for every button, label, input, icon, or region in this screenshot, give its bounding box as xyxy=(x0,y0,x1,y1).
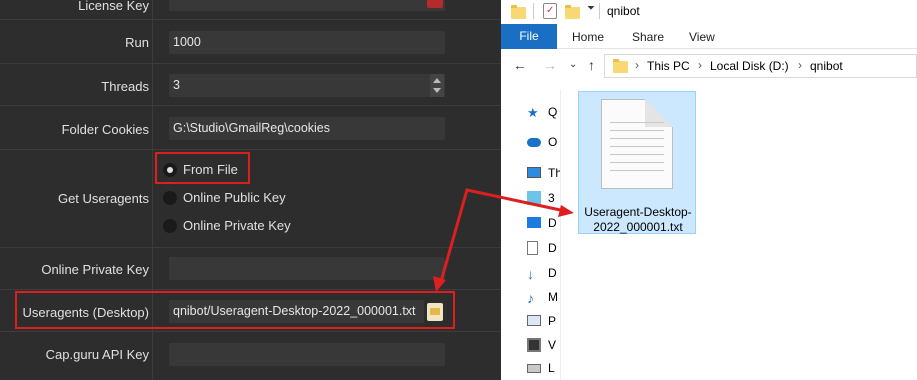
folder-label: Folder Cookies xyxy=(61,122,149,137)
folder-row: Folder Cookies G:\Studio\GmailReg\cookie… xyxy=(0,106,501,150)
license-lock-button[interactable] xyxy=(427,0,443,8)
nav-item-local-disk[interactable]: L xyxy=(527,361,560,377)
settings-panel: License Key Run 1000 Threads 3 Folder Co… xyxy=(0,0,501,380)
tab-share[interactable]: Share xyxy=(632,30,664,44)
nav-item-videos[interactable]: V xyxy=(527,338,560,354)
arrow-left-icon[interactable]: ← xyxy=(513,57,527,73)
music-icon: ♪ xyxy=(527,290,534,306)
spin-down-icon[interactable] xyxy=(433,88,441,93)
spin-up-icon[interactable] xyxy=(433,78,441,83)
license-row: License Key xyxy=(0,0,501,20)
breadcrumb-local-disk[interactable]: Local Disk (D:) xyxy=(710,59,789,73)
folder-input[interactable]: G:\Studio\GmailReg\cookies xyxy=(169,117,445,140)
radio-public-label: Online Public Key xyxy=(183,190,286,205)
divider xyxy=(533,3,534,19)
threads-value: 3 xyxy=(173,78,180,92)
address-row: ← → ⌄ ↑ › This PC › Local Disk (D:) › qn… xyxy=(501,53,917,79)
private-key-row: Online Private Key xyxy=(0,248,501,290)
nav-item-music[interactable]: ♪ M xyxy=(527,290,560,306)
nav-item-this-pc[interactable]: Th xyxy=(527,166,560,182)
picture-icon xyxy=(527,315,541,326)
chevron-right-icon[interactable]: › xyxy=(635,58,639,72)
license-input[interactable] xyxy=(169,0,445,11)
nav-item-3d-objects[interactable]: 3 xyxy=(527,191,560,207)
film-icon xyxy=(527,338,541,352)
private-key-input[interactable] xyxy=(169,257,445,280)
arrow-up-icon[interactable]: ↑ xyxy=(588,57,595,73)
document-icon xyxy=(527,241,538,255)
tab-file[interactable]: File xyxy=(501,24,557,49)
title-bar: ✓ ⏷ qnibot xyxy=(501,0,917,24)
chevron-right-icon[interactable]: › xyxy=(798,58,802,72)
threads-input[interactable]: 3 xyxy=(169,74,445,97)
radio-private-label: Online Private Key xyxy=(183,218,291,233)
cube-icon xyxy=(527,191,541,205)
customize-toolbar-icon[interactable]: ⏷ xyxy=(587,3,595,14)
nav-item-pictures[interactable]: P xyxy=(527,314,560,330)
window-title: qnibot xyxy=(607,4,640,18)
address-bar[interactable]: › This PC › Local Disk (D:) › qnibot xyxy=(604,54,917,78)
text-document-icon xyxy=(601,99,673,189)
file-name-line1: Useragent-Desktop- xyxy=(584,205,692,219)
threads-spinner[interactable] xyxy=(430,74,444,97)
star-icon: ★ xyxy=(527,105,539,120)
radio-empty-icon[interactable] xyxy=(163,219,177,233)
capguru-label: Cap.guru API Key xyxy=(45,347,149,362)
navigation-pane: ★ Q O Th 3 D D ↓ D ♪ M P V L xyxy=(501,90,561,380)
highlight-desktop-row xyxy=(15,291,455,329)
properties-icon[interactable]: ✓ xyxy=(543,3,557,19)
arrow-right-icon[interactable]: → xyxy=(543,57,557,73)
file-explorer-window: ✓ ⏷ qnibot File Home Share View ← → ⌄ ↑ … xyxy=(501,0,917,380)
nav-item-quick-access[interactable]: ★ Q xyxy=(527,105,560,121)
threads-row: Threads 3 xyxy=(0,64,501,106)
tab-view[interactable]: View xyxy=(689,30,715,44)
capguru-row: Cap.guru API Key xyxy=(0,332,501,380)
nav-item-downloads[interactable]: ↓ D xyxy=(527,266,560,282)
run-input[interactable]: 1000 xyxy=(169,31,445,54)
desktop-icon xyxy=(527,217,541,228)
folder-icon xyxy=(613,59,628,73)
drive-icon xyxy=(527,364,541,373)
download-icon: ↓ xyxy=(527,266,534,282)
nav-item-desktop[interactable]: D xyxy=(527,216,560,232)
useragents-label: Get Useragents xyxy=(57,191,149,206)
file-item-selected[interactable]: Useragent-Desktop- 2022_000001.txt xyxy=(578,91,696,234)
nav-item-onedrive[interactable]: O xyxy=(527,135,560,151)
run-row: Run 1000 xyxy=(0,20,501,64)
file-name-line2: 2022_000001.txt xyxy=(593,220,683,234)
divider xyxy=(599,3,600,19)
breadcrumb-this-pc[interactable]: This PC xyxy=(647,59,690,73)
highlight-from-file xyxy=(155,152,250,184)
chevron-right-icon[interactable]: › xyxy=(698,58,702,72)
chevron-down-icon[interactable]: ⌄ xyxy=(569,59,577,70)
capguru-input[interactable] xyxy=(169,343,445,366)
nav-item-documents[interactable]: D xyxy=(527,241,560,257)
threads-label: Threads xyxy=(101,79,149,94)
run-label: Run xyxy=(125,35,149,50)
ribbon-tabs: File Home Share View xyxy=(501,24,917,49)
cloud-icon xyxy=(527,138,541,147)
radio-empty-icon[interactable] xyxy=(163,191,177,205)
private-key-label: Online Private Key xyxy=(41,262,149,277)
monitor-icon xyxy=(527,167,541,178)
tab-home[interactable]: Home xyxy=(572,30,604,44)
file-name: Useragent-Desktop- 2022_000001.txt xyxy=(579,205,697,235)
license-label: License Key xyxy=(78,0,149,13)
breadcrumb-qnibot[interactable]: qnibot xyxy=(810,59,843,73)
